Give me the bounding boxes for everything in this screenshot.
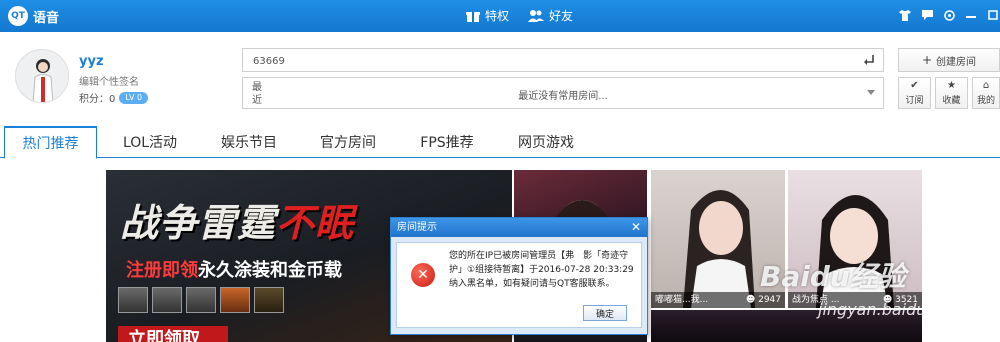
banner-title: 战争雷霆不眠 <box>120 192 354 247</box>
room-name: 嘟嘟猫...我... <box>655 295 709 305</box>
baidu-watermark: Baidu经验 <box>760 260 906 293</box>
subscribe-button[interactable]: ✔ 订阅 <box>898 77 931 109</box>
minimize-icon <box>966 16 976 18</box>
friends-link[interactable]: 好友 <box>528 7 573 24</box>
skin-button[interactable] <box>898 8 912 22</box>
error-icon: ✕ <box>411 263 435 287</box>
create-room-label: 创建房间 <box>936 56 977 68</box>
reward-thumbnails <box>118 287 318 315</box>
dialog-message: 您的所在IP已被房间管理员【弗 影「奇迹守护」①组接待暂离】于2016-07-2… <box>449 251 634 289</box>
reward-thumb-vehicle <box>186 287 216 313</box>
my-rooms-button[interactable]: ⌂ 我的 <box>972 77 1000 109</box>
home-icon: ⌂ <box>982 80 990 91</box>
settings-button[interactable] <box>942 8 956 22</box>
privilege-link[interactable]: 特权 <box>466 7 509 24</box>
category-tabs: 热门推荐 LOL活动 娱乐节目 官方房间 FPS推荐 网页游戏 <box>0 126 1000 159</box>
ok-button[interactable]: 确定 <box>583 305 627 321</box>
subscribe-label: 订阅 <box>905 96 924 106</box>
chevron-down-icon[interactable] <box>867 90 875 95</box>
friends-label: 好友 <box>549 9 574 23</box>
claim-now-button[interactable]: 立即领取 <box>118 326 228 342</box>
star-icon: ★ <box>947 80 956 91</box>
reward-thumb-plane <box>152 287 182 313</box>
my-rooms-label: 我的 <box>976 96 995 106</box>
logo-badge: QT <box>8 6 28 26</box>
level-badge: LV 0 <box>119 91 149 104</box>
username[interactable]: yyz <box>79 54 104 69</box>
avatar-figure-icon <box>16 50 68 102</box>
app-logo: QT 语音 <box>8 6 59 26</box>
banner-subtitle: 注册即领永久涂装和金币载 <box>126 256 342 282</box>
room-search-box[interactable] <box>242 48 884 73</box>
reward-thumb-camo <box>220 287 250 313</box>
friends-icon <box>528 9 544 22</box>
baidu-watermark-url: jingyan.baidu.com <box>818 300 966 319</box>
create-room-button[interactable]: + 创建房间 <box>898 48 1000 72</box>
restore-button[interactable] <box>986 8 1000 22</box>
gift-icon <box>466 11 480 22</box>
tab-fps[interactable]: FPS推荐 <box>401 126 493 158</box>
close-icon[interactable]: ✕ <box>631 218 641 237</box>
recent-rooms-dropdown[interactable]: 最近 最近没有常用房间... <box>242 77 884 109</box>
avatar[interactable] <box>15 49 69 103</box>
enter-icon[interactable] <box>863 54 875 66</box>
minimize-button[interactable] <box>964 8 978 22</box>
tab-hot[interactable]: 热门推荐 <box>4 126 97 159</box>
check-icon: ✔ <box>910 80 919 91</box>
reward-thumb-tank <box>118 287 148 313</box>
favorite-label: 收藏 <box>942 96 961 106</box>
points-label: 积分：0 <box>79 94 116 105</box>
signature-edit[interactable]: 编辑个性签名 <box>79 73 139 88</box>
message-icon <box>921 10 933 20</box>
settings-icon <box>943 9 955 21</box>
banner-title-main: 战争雷霆 <box>120 201 277 245</box>
app-name: 语音 <box>33 10 60 26</box>
room-notice-dialog: 房间提示 ✕ ✕ 您的所在IP已被房间管理员【弗 影「奇迹守护」①组接待暂离】于… <box>390 217 648 335</box>
tab-lol[interactable]: LOL活动 <box>104 126 196 158</box>
tab-webgames[interactable]: 网页游戏 <box>500 126 592 158</box>
tab-official[interactable]: 官方房间 <box>302 126 394 158</box>
privilege-label: 特权 <box>485 9 510 23</box>
restore-icon <box>988 10 998 20</box>
banner-title-accent: 不眠 <box>276 201 355 245</box>
tab-entertainment[interactable]: 娱乐节目 <box>203 126 295 158</box>
reward-thumb-vip <box>254 287 284 313</box>
recent-empty-text: 最近没有常用房间... <box>518 91 608 102</box>
shirt-icon <box>899 9 911 21</box>
message-button[interactable] <box>920 8 934 22</box>
banner-subtitle-main: 永久涂装和金币载 <box>198 260 342 281</box>
dialog-title: 房间提示 <box>397 222 437 233</box>
dialog-header: 房间提示 ✕ <box>391 218 647 237</box>
plus-icon: + <box>921 53 933 67</box>
title-bar: QT 语音 特权 好友 <box>0 0 1000 32</box>
banner-subtitle-accent: 注册即领 <box>126 260 198 281</box>
favorite-button[interactable]: ★ 收藏 <box>935 77 968 109</box>
room-search-input[interactable] <box>243 50 843 73</box>
dialog-body: ✕ 您的所在IP已被房间管理员【弗 影「奇迹守护」①组接待暂离】于2016-07… <box>396 242 642 328</box>
points-row: 积分：0 LV 0 <box>79 90 149 105</box>
